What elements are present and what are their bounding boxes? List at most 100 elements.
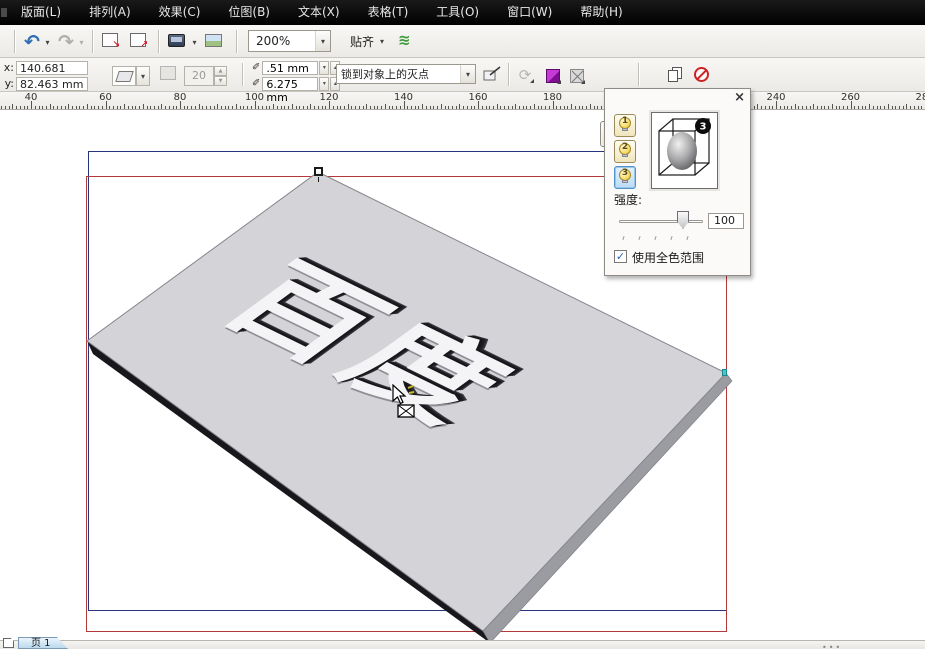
export-button[interactable]: ↗ (130, 33, 146, 47)
import-button[interactable]: ↘ (102, 33, 118, 47)
ruler-tick (340, 106, 341, 109)
menu-tools[interactable]: 工具(O) (422, 0, 493, 25)
page-tab-1[interactable]: 页 1 (18, 637, 68, 649)
ruler-tick (251, 106, 252, 109)
ruler-tick (389, 106, 390, 109)
status-bar: ••• (0, 640, 925, 649)
clear-extrude-button[interactable] (694, 67, 709, 82)
snap-to-dropdown[interactable]: 贴齐 ▾ (350, 30, 384, 52)
chevron-down-icon[interactable]: ▾ (460, 65, 475, 83)
ruler-tick (143, 104, 144, 109)
ruler-tick (355, 106, 356, 109)
ruler-tick (888, 104, 889, 109)
ruler-tick (325, 106, 326, 109)
extrude-rotation-button[interactable]: ⟳ (515, 66, 535, 84)
ruler-tick (266, 106, 267, 109)
menu-effects[interactable]: 效果(C) (145, 0, 215, 25)
light-position-preview[interactable]: 3 (651, 112, 718, 189)
welcome-screen-icon (205, 34, 222, 47)
redo-button[interactable]: ↷ (56, 31, 76, 53)
snap-waves-icon: ≋ (398, 31, 411, 49)
ruler-tick (199, 104, 200, 109)
zoom-level-combo[interactable]: 200% ▾ (248, 30, 331, 52)
ruler-tick (899, 106, 900, 109)
ruler-tick (787, 106, 788, 109)
application-launcher-dropdown[interactable]: ▾ (189, 31, 200, 53)
light-source-1-button[interactable]: 1 (614, 114, 636, 137)
menu-layout[interactable]: 版面(L) (7, 0, 75, 25)
light-source-3-button[interactable]: 3 (614, 166, 636, 189)
ruler-tick (456, 106, 457, 109)
intensity-slider-track[interactable] (619, 220, 703, 223)
vp-copy-icon (482, 65, 502, 83)
y-position-field[interactable]: 82.463 mm (16, 77, 88, 91)
extrude-depth-spinner[interactable]: 20 ▲▼ (184, 66, 227, 86)
extrusion-preset-dropdown[interactable]: ▾ (136, 66, 150, 86)
ruler-tick (567, 106, 568, 109)
ruler-tick (132, 106, 133, 109)
node-marker[interactable] (722, 369, 727, 376)
undo-button[interactable]: ↶ (22, 31, 42, 53)
copy-icon (668, 67, 684, 83)
ruler-tick (594, 106, 595, 109)
drawing-canvas[interactable]: 百度 (0, 110, 925, 640)
light-source-2-button[interactable]: 2 (614, 140, 636, 163)
snap-settings-button[interactable]: ≋ (398, 31, 411, 49)
ruler-tick (24, 106, 25, 109)
ruler-tick (903, 106, 904, 109)
page-flip-icon[interactable] (3, 638, 14, 648)
ruler-tick (761, 106, 762, 109)
ruler-tick (486, 106, 487, 109)
full-color-checkbox[interactable]: ✓ (614, 250, 627, 263)
undo-dropdown[interactable]: ▾ (42, 31, 53, 53)
separator (236, 30, 237, 53)
vanishing-point-handle[interactable] (314, 167, 323, 176)
intensity-value-field[interactable]: 100 (708, 213, 744, 229)
ruler-tick (35, 106, 36, 109)
extrusion-color-button[interactable] (544, 67, 562, 85)
menu-bitmaps[interactable]: 位图(B) (214, 0, 284, 25)
welcome-screen-button[interactable] (205, 34, 222, 47)
x-position-field[interactable]: 140.681 mm (16, 61, 88, 75)
ruler-tick (854, 106, 855, 109)
ruler-tick (12, 104, 13, 109)
ruler-tick (910, 106, 911, 109)
menu-window[interactable]: 窗口(W) (493, 0, 566, 25)
ruler-tick (549, 106, 550, 109)
depth-icon (160, 66, 176, 80)
menu-text[interactable]: 文本(X) (284, 0, 354, 25)
ruler-tick (65, 106, 66, 109)
separator (158, 30, 159, 53)
chevron-down-icon[interactable]: ▾ (315, 31, 330, 51)
ruler-tick (76, 106, 77, 109)
intensity-slider-thumb[interactable] (677, 211, 689, 229)
vanishing-point-lock-dropdown[interactable]: 锁到对象上的灭点 ▾ (336, 64, 476, 84)
vp-y-field[interactable]: 6.275 mm (262, 77, 318, 91)
spin-arrows[interactable]: ▲▼ (214, 66, 227, 86)
copy-extrude-properties-button[interactable] (668, 67, 684, 83)
menu-arrange[interactable]: 排列(A) (75, 0, 145, 25)
extrusion-preset-button[interactable] (112, 66, 136, 86)
ruler-tick (467, 106, 468, 109)
ruler-tick (597, 106, 598, 109)
extrude-bevel-button[interactable] (568, 67, 586, 85)
ruler-tick (202, 106, 203, 109)
vp-copy-button[interactable] (482, 65, 502, 83)
vp-x-field[interactable]: .51 mm (262, 61, 318, 75)
ruler-tick (277, 106, 278, 109)
ruler-tick (184, 106, 185, 109)
splitter-dots[interactable]: ••• (822, 643, 842, 649)
ruler-tick (314, 106, 315, 109)
ruler-tick (560, 106, 561, 109)
ruler-tick (392, 106, 393, 109)
object-position-block: x: 140.681 mm y: 82.463 mm (2, 60, 88, 92)
close-icon[interactable]: × (734, 90, 745, 105)
ruler-tick (273, 104, 274, 109)
menu-help[interactable]: 帮助(H) (566, 0, 636, 25)
redo-icon: ↷ (58, 33, 74, 52)
horizontal-ruler[interactable]: 406080100120140160180200220240260280 (0, 92, 925, 110)
redo-dropdown[interactable]: ▾ (76, 31, 87, 53)
application-launcher-button[interactable] (168, 34, 185, 47)
ruler-tick (120, 106, 121, 109)
menu-table[interactable]: 表格(T) (354, 0, 423, 25)
